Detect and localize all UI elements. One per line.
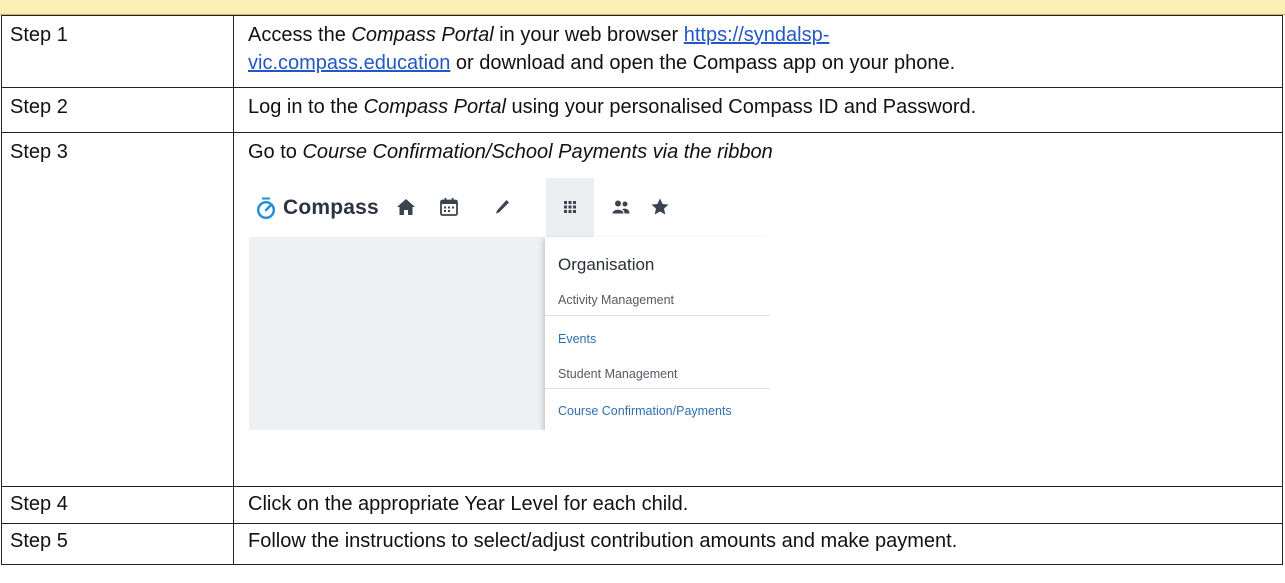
- apps-grid-icon: [564, 201, 576, 213]
- home-icon[interactable]: [396, 197, 416, 217]
- step-content: Log in to the Compass Portal using your …: [233, 87, 1283, 133]
- step-row-2: Step 2 Log in to the Compass Portal usin…: [1, 87, 1283, 133]
- step-label: Step 1: [1, 15, 234, 88]
- compass-screenshot: Compass Organisation Activity Management…: [249, 178, 770, 430]
- menu-section-activity: Activity Management: [558, 293, 675, 307]
- calendar-icon[interactable]: [439, 197, 459, 217]
- step-content: Access the Compass Portal in your web br…: [233, 15, 1283, 88]
- menu-item-events[interactable]: Events: [558, 331, 596, 347]
- apps-tab[interactable]: [546, 178, 594, 237]
- step-text: Log in to the: [248, 96, 364, 118]
- menu-title: Organisation: [558, 255, 655, 274]
- menu-divider: [545, 388, 770, 389]
- step-content: Go to Course Confirmation/School Payment…: [233, 132, 1283, 487]
- step-text: in your web browser: [493, 24, 684, 46]
- people-icon[interactable]: [611, 197, 631, 217]
- star-icon[interactable]: [650, 197, 670, 217]
- step-instruction: Go to Course Confirmation/School Payment…: [248, 138, 1270, 166]
- step-content: Follow the instructions to select/adjust…: [233, 523, 1283, 565]
- link-text-line1: https://syndalsp-: [683, 24, 830, 46]
- header-bar: [0, 0, 1285, 15]
- step-label: Step 4: [1, 486, 234, 524]
- step-text: using your personalised Compass ID and P…: [505, 96, 977, 118]
- pencil-icon[interactable]: [492, 197, 512, 217]
- link-text-line2: vic.compass.education: [248, 52, 451, 74]
- step-text: Go to: [248, 141, 303, 163]
- document-page: Step 1 Access the Compass Portal in your…: [0, 0, 1285, 583]
- steps-table: Step 1 Access the Compass Portal in your…: [1, 15, 1283, 565]
- menu-section-student: Student Management: [558, 367, 678, 381]
- step-text: Access the: [248, 24, 352, 46]
- step-emphasis: Compass Portal: [363, 96, 506, 118]
- step-row-3: Step 3 Go to Course Confirmation/School …: [1, 132, 1283, 487]
- step-text: or download and open the Compass app on …: [450, 52, 956, 74]
- compass-brand-name: Compass: [283, 195, 379, 219]
- step-row-4: Step 4 Click on the appropriate Year Lev…: [1, 486, 1283, 524]
- menu-divider: [545, 315, 770, 316]
- step-label: Step 3: [1, 132, 234, 487]
- page-background-panel: [249, 237, 545, 430]
- step-content: Click on the appropriate Year Level for …: [233, 486, 1283, 524]
- compass-ribbon: Compass: [249, 178, 770, 237]
- menu-item-course-confirmation[interactable]: Course Confirmation/Payments: [558, 403, 732, 419]
- step-row-1: Step 1 Access the Compass Portal in your…: [1, 15, 1283, 88]
- compass-logo[interactable]: Compass: [255, 194, 379, 222]
- step-row-5: Step 5 Follow the instructions to select…: [1, 523, 1283, 565]
- step-label: Step 2: [1, 87, 234, 133]
- step-label: Step 5: [1, 523, 234, 565]
- compass-logo-icon: [257, 197, 275, 219]
- step-emphasis: Compass Portal: [351, 24, 494, 46]
- organisation-menu: Organisation Activity Management Events …: [545, 237, 770, 430]
- step-emphasis: Course Confirmation/School Payments via …: [302, 141, 773, 163]
